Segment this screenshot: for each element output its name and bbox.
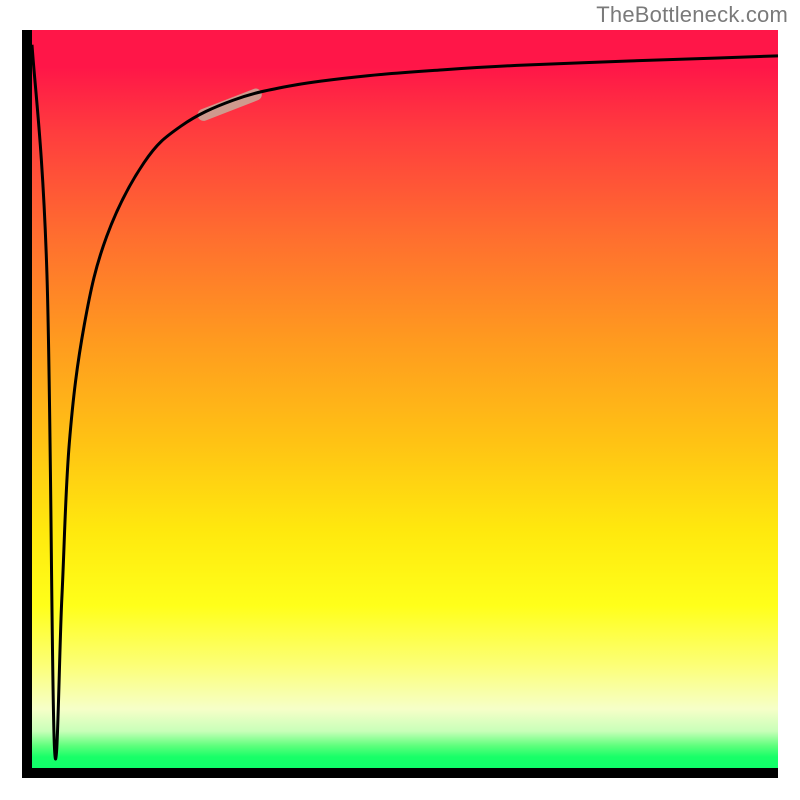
attribution-label: TheBottleneck.com bbox=[596, 2, 788, 28]
bottleneck-curve bbox=[32, 45, 778, 759]
curve-layer bbox=[32, 30, 778, 768]
plot-area bbox=[22, 30, 778, 778]
y-axis bbox=[22, 30, 32, 778]
x-axis bbox=[22, 768, 778, 778]
chart-canvas: TheBottleneck.com bbox=[0, 0, 800, 800]
curve-highlight bbox=[204, 95, 256, 115]
